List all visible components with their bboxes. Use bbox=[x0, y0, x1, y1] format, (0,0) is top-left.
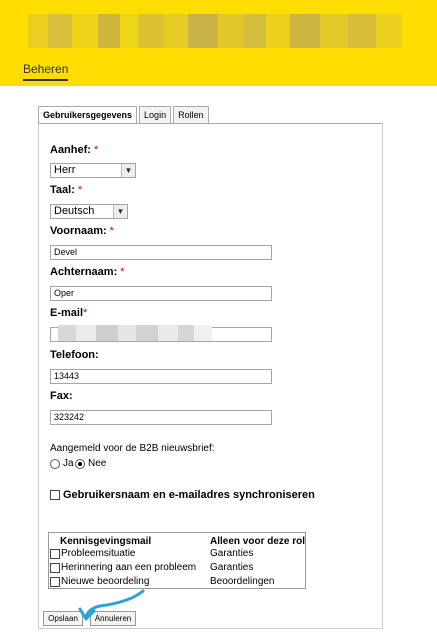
notification-role: Beoordelingen bbox=[210, 576, 275, 587]
salutation-select[interactable]: Herr ▼ bbox=[50, 163, 136, 178]
required-marker: * bbox=[83, 307, 88, 319]
salutation-value: Herr bbox=[54, 164, 76, 176]
newsletter-no-label: Nee bbox=[88, 458, 107, 469]
phone-label: Telefoon: bbox=[50, 349, 99, 361]
notification-name: Herinnering aan een probleem bbox=[61, 562, 197, 573]
tab-gebruikersgegevens[interactable]: Gebruikersgegevens bbox=[38, 106, 138, 124]
required-marker: * bbox=[93, 144, 99, 156]
notification-name: Nieuwe beoordeling bbox=[61, 576, 150, 587]
language-select[interactable]: Deutsch ▼ bbox=[50, 204, 128, 219]
sync-label: Gebruikersnaam en e-mailadres synchronis… bbox=[63, 489, 315, 501]
nav-item-beheren[interactable]: Beheren bbox=[23, 62, 69, 81]
required-marker: * bbox=[77, 184, 83, 196]
blurred-email-value bbox=[58, 325, 212, 341]
tab-bar: Gebruikersgegevens Login Rollen bbox=[38, 106, 211, 124]
firstname-input[interactable]: Devel bbox=[50, 245, 272, 260]
blurred-logo bbox=[28, 14, 402, 48]
notifications-header-mail: Kennisgevingsmail bbox=[60, 536, 152, 547]
cancel-button[interactable]: Annuleren bbox=[90, 611, 136, 626]
sync-checkbox[interactable] bbox=[50, 490, 60, 500]
tab-rollen[interactable]: Rollen bbox=[173, 106, 209, 123]
language-value: Deutsch bbox=[54, 205, 95, 217]
chevron-down-icon: ▼ bbox=[113, 205, 127, 218]
fax-input[interactable]: 323242 bbox=[50, 410, 272, 425]
firstname-label: Voornaam: * bbox=[50, 225, 114, 237]
main-nav: Beheren bbox=[23, 62, 69, 81]
required-marker: * bbox=[109, 225, 114, 237]
tab-login[interactable]: Login bbox=[139, 106, 172, 123]
save-button[interactable]: Opslaan bbox=[43, 611, 83, 626]
notification-checkbox[interactable] bbox=[50, 577, 60, 587]
newsletter-no-radio[interactable] bbox=[75, 459, 85, 469]
fax-label: Fax: bbox=[50, 390, 73, 402]
notification-checkbox[interactable] bbox=[50, 563, 60, 573]
notification-role: Garanties bbox=[210, 562, 254, 573]
notification-checkbox[interactable] bbox=[50, 549, 60, 559]
chevron-down-icon: ▼ bbox=[121, 164, 135, 177]
salutation-label: Aanhef: * bbox=[50, 144, 99, 156]
required-marker: * bbox=[120, 266, 125, 278]
notifications-header-role: Alleen voor deze rol bbox=[210, 536, 305, 547]
phone-input[interactable]: 13443 bbox=[50, 369, 272, 384]
newsletter-yes-radio[interactable] bbox=[50, 459, 60, 469]
lastname-input[interactable]: Oper bbox=[50, 286, 272, 301]
notification-name: Probleemsituatie bbox=[61, 548, 136, 559]
top-header: Beheren bbox=[0, 0, 437, 86]
notification-role: Garanties bbox=[210, 548, 254, 559]
newsletter-yes-label: Ja bbox=[63, 458, 74, 469]
lastname-label: Achternaam: * bbox=[50, 266, 125, 278]
newsletter-label: Aangemeld voor de B2B nieuwsbrief: bbox=[50, 443, 215, 454]
email-label: E-mail* bbox=[50, 307, 88, 319]
language-label: Taal: * bbox=[50, 184, 83, 196]
